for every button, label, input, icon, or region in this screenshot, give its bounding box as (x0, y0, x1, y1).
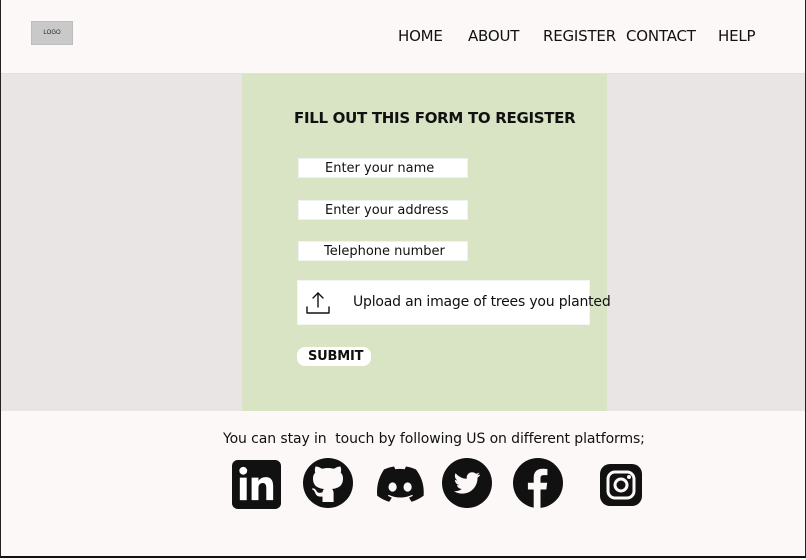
telephone-field[interactable]: Telephone number (298, 241, 468, 261)
nav-contact[interactable]: CONTACT (626, 27, 696, 45)
github-icon[interactable] (303, 458, 353, 508)
logo[interactable]: LOGO (31, 21, 73, 45)
registration-form: FILL OUT THIS FORM TO REGISTER Enter you… (242, 74, 611, 411)
name-field[interactable]: Enter your name (298, 158, 468, 178)
address-field[interactable]: Enter your address (298, 200, 468, 220)
submit-button[interactable]: SUBMIT (297, 347, 371, 366)
header: LOGO HOME ABOUT REGISTER CONTACT HELP (1, 0, 805, 74)
nav-home[interactable]: HOME (398, 27, 443, 45)
nav-help[interactable]: HELP (718, 27, 756, 45)
instagram-icon[interactable] (600, 464, 642, 506)
upload-label: Upload an image of trees you planted (353, 294, 611, 310)
nav-register[interactable]: REGISTER (543, 27, 616, 45)
footer-text: You can stay in touch by following US on… (223, 431, 645, 447)
twitter-icon[interactable] (442, 458, 492, 508)
main-section: FILL OUT THIS FORM TO REGISTER Enter you… (1, 74, 805, 411)
facebook-icon[interactable] (513, 458, 563, 508)
discord-icon[interactable] (375, 458, 425, 508)
upload-icon (305, 291, 331, 315)
page-frame: LOGO HOME ABOUT REGISTER CONTACT HELP FI… (0, 0, 806, 558)
nav-about[interactable]: ABOUT (468, 27, 519, 45)
linkedin-icon[interactable] (232, 460, 281, 509)
image-upload-button[interactable]: Upload an image of trees you planted (297, 280, 611, 325)
footer: You can stay in touch by following US on… (1, 411, 805, 556)
form-title: FILL OUT THIS FORM TO REGISTER (294, 109, 576, 127)
